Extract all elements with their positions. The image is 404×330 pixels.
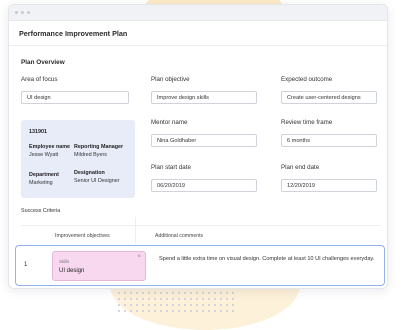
close-icon[interactable]: ×	[137, 253, 141, 260]
plan-objective-label: Plan objective	[151, 76, 190, 83]
designation: Senior UI Designer	[74, 178, 120, 184]
window-dot-icon	[21, 11, 24, 14]
employee-name: Jesse Wyatt	[29, 152, 59, 158]
title-divider	[9, 45, 387, 46]
reporting-manager-label: Reporting Manager	[74, 144, 124, 150]
review-time-frame-label: Review time frame	[281, 119, 333, 126]
table-header-objectives: Improvement objectives	[55, 233, 110, 239]
plan-objective-field[interactable]: Improve design skills	[151, 91, 257, 104]
department: Marketing	[29, 180, 53, 186]
plan-end-date-field[interactable]: 12/20/2019	[281, 179, 377, 192]
window-dot-icon	[27, 11, 30, 14]
objective-chip[interactable]: Skills UI design ×	[52, 251, 146, 281]
employee-card: 131901 Employee name Jesse Wyatt Reporti…	[21, 120, 135, 198]
app-window: Performance Improvement Plan Plan Overvi…	[8, 4, 388, 289]
chip-label: Skills	[59, 259, 70, 264]
designation-label: Designation	[74, 170, 105, 176]
plan-start-date-label: Plan start date	[151, 164, 191, 171]
success-criteria-label: Success Criteria	[21, 208, 61, 214]
section-title: Plan Overview	[21, 59, 65, 66]
area-of-focus-field[interactable]: UI design	[21, 91, 129, 104]
review-time-frame-field[interactable]: 6 months	[281, 134, 377, 147]
plan-end-date-label: Plan end date	[281, 164, 320, 171]
window-titlebar	[9, 5, 387, 21]
employee-name-label: Employee name	[29, 144, 71, 150]
chip-value: UI design	[59, 268, 85, 274]
page-title: Performance Improvement Plan	[19, 29, 128, 38]
additional-comment[interactable]: Spend a little extra time on visual desi…	[159, 254, 381, 264]
employee-id: 131901	[29, 129, 47, 135]
expected-outcome-field[interactable]: Create user-centered designs	[281, 91, 377, 104]
mentor-name-field[interactable]: Nina Goldhaber	[151, 134, 257, 147]
expected-outcome-label: Expected outcome	[281, 76, 333, 83]
reporting-manager: Mildred Byers	[74, 152, 107, 158]
table-row[interactable]: 1 Skills UI design × Spend a little extr…	[15, 245, 385, 286]
table-column-divider	[135, 217, 136, 243]
window-dot-icon	[15, 11, 18, 14]
area-of-focus-label: Area of focus	[21, 76, 58, 83]
plan-start-date-field[interactable]: 06/20/2019	[151, 179, 257, 192]
table-header-comments: Additional comments	[155, 233, 204, 239]
table-header: Improvement objectives Additional commen…	[21, 225, 381, 247]
department-label: Department	[29, 172, 59, 178]
mentor-name-label: Mentor name	[151, 119, 188, 126]
row-number: 1	[24, 262, 28, 268]
